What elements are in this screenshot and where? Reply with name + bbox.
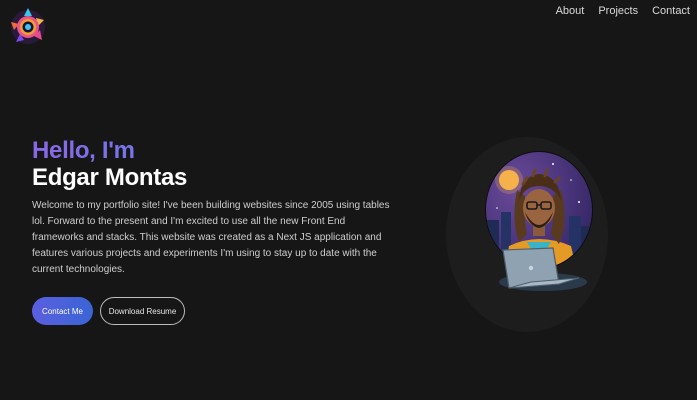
hero-buttons: Contact Me Download Resume: [32, 297, 392, 325]
hero-intro: Welcome to my portfolio site! I've been …: [32, 200, 390, 275]
download-resume-button[interactable]: Download Resume: [100, 297, 185, 325]
contact-me-button[interactable]: Contact Me: [32, 297, 93, 325]
nav-link-about[interactable]: About: [556, 5, 585, 17]
site-logo-icon[interactable]: [6, 2, 50, 52]
hero-greeting: Hello, I'm: [32, 138, 392, 164]
nav-link-contact[interactable]: Contact: [652, 5, 690, 17]
developer-avatar-icon: [485, 151, 593, 291]
nav-link-projects[interactable]: Projects: [598, 5, 638, 17]
hero-name: Edgar Montas: [32, 164, 188, 191]
top-nav: About Projects Contact: [556, 5, 690, 17]
portfolio-page: About Projects Contact Hello, I'm Edgar …: [0, 0, 697, 400]
hero-section: Hello, I'm Edgar Montas Welcome to my po…: [32, 138, 392, 325]
